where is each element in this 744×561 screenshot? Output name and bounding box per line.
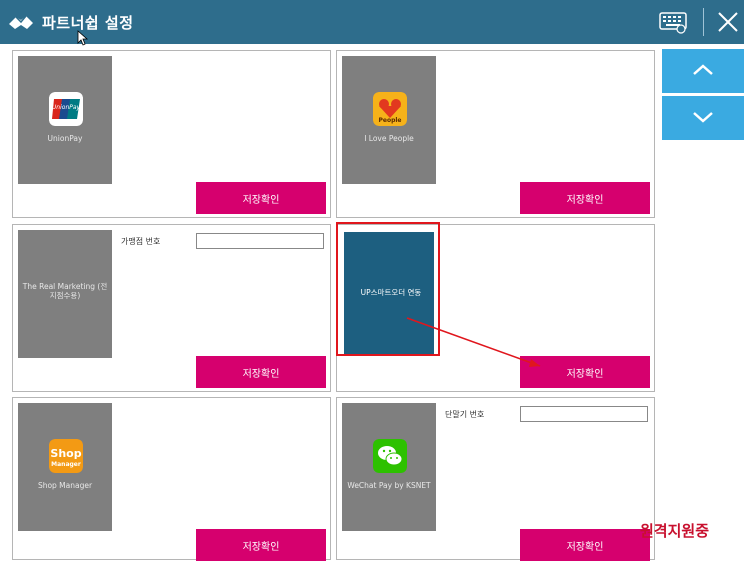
partner-thumbnail[interactable]: UnionPay UnionPay bbox=[18, 56, 112, 184]
unionpay-logo-icon: UnionPay bbox=[49, 92, 83, 126]
partner-caption: Shop Manager bbox=[37, 481, 93, 490]
svg-text:People: People bbox=[378, 117, 401, 124]
partner-caption: The Real Marketing (전 지점수용) bbox=[22, 282, 108, 300]
partner-thumbnail[interactable]: WeChat Pay by KSNET bbox=[342, 403, 436, 531]
partner-caption: UnionPay bbox=[47, 134, 83, 143]
merchant-number-label: 가맹점 번호 bbox=[121, 237, 161, 246]
save-button[interactable]: 저장확인 bbox=[196, 182, 326, 214]
terminal-number-input[interactable] bbox=[520, 406, 648, 422]
partner-thumbnail[interactable]: The Real Marketing (전 지점수용) bbox=[18, 230, 112, 358]
chevron-up-icon bbox=[693, 63, 713, 75]
shopmanager-logo-icon: Shop Manager bbox=[49, 439, 83, 473]
remote-support-label: 원격지원중 bbox=[640, 522, 710, 540]
svg-text:Shop: Shop bbox=[50, 447, 81, 460]
partner-card-ilovepeople: People I Love People 저장확인 bbox=[336, 50, 655, 218]
scroll-down-button[interactable] bbox=[662, 96, 744, 140]
partner-card-shop-manager: Shop Manager Shop Manager 저장확인 bbox=[12, 397, 331, 561]
annotation-highlight-box bbox=[336, 222, 440, 356]
handshake-icon bbox=[9, 15, 33, 29]
mouse-cursor-icon bbox=[77, 30, 89, 46]
keyboard-icon[interactable] bbox=[658, 10, 688, 34]
save-button[interactable]: 저장확인 bbox=[520, 529, 650, 561]
partner-card-the-real-marketing: The Real Marketing (전 지점수용) 가맹점 번호 저장확인 bbox=[12, 224, 331, 392]
scroll-up-button[interactable] bbox=[662, 49, 744, 93]
partner-caption: WeChat Pay by KSNET bbox=[347, 481, 431, 490]
partner-card-wechat-pay: WeChat Pay by KSNET 단말기 번호 저장확인 bbox=[336, 397, 655, 561]
svg-text:UnionPay: UnionPay bbox=[52, 104, 81, 111]
save-button[interactable]: 저장확인 bbox=[520, 182, 650, 214]
merchant-number-input[interactable] bbox=[196, 233, 324, 249]
titlebar-divider bbox=[703, 8, 704, 36]
partner-thumbnail[interactable]: Shop Manager Shop Manager bbox=[18, 403, 112, 531]
wechat-logo-icon bbox=[373, 439, 407, 473]
save-button[interactable]: 저장확인 bbox=[196, 529, 326, 561]
partner-thumbnail[interactable]: People I Love People bbox=[342, 56, 436, 184]
chevron-down-icon bbox=[693, 111, 713, 123]
ilovepeople-logo-icon: People bbox=[373, 92, 407, 126]
save-button[interactable]: 저장확인 bbox=[520, 356, 650, 388]
partner-card-unionpay: UnionPay UnionPay 저장확인 bbox=[12, 50, 331, 218]
partner-caption: I Love People bbox=[364, 134, 414, 143]
terminal-number-label: 단말기 번호 bbox=[445, 410, 485, 419]
close-icon[interactable] bbox=[716, 10, 740, 34]
save-button[interactable]: 저장확인 bbox=[196, 356, 326, 388]
title-bar: 파트너쉽 설정 bbox=[0, 0, 744, 44]
svg-text:Manager: Manager bbox=[51, 461, 81, 468]
